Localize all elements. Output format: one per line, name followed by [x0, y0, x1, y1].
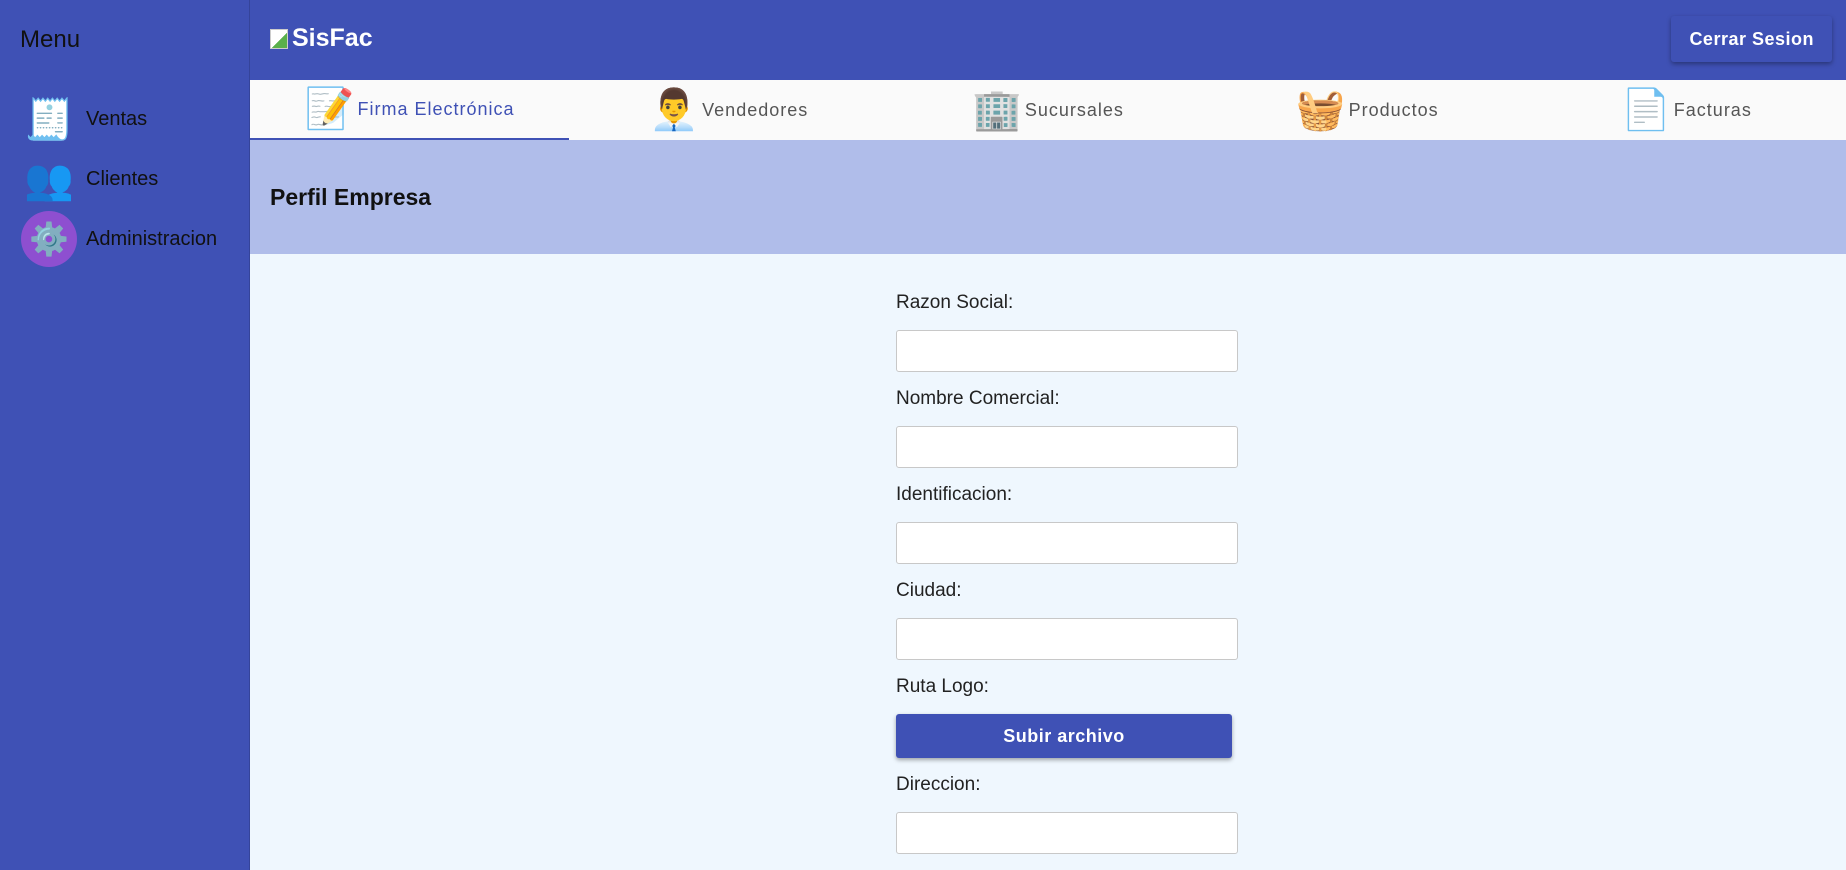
identificacion-input[interactable]: [896, 522, 1238, 564]
tab-vendedores[interactable]: 👨‍💼 Vendedores: [569, 80, 888, 140]
tab-facturas[interactable]: 📄 Facturas: [1527, 80, 1846, 140]
menu-title: Menu: [20, 26, 81, 53]
salesman-icon: 👨‍💼: [649, 88, 701, 132]
tab-label: Firma Electrónica: [357, 98, 515, 119]
direccion-label: Direccion:: [896, 774, 981, 795]
ciudad-label: Ciudad:: [896, 580, 962, 601]
tab-firma-electronica[interactable]: 📝 Firma Electrónica: [250, 80, 570, 140]
company-profile-form: Razon Social: Nombre Comercial: Identifi…: [896, 290, 1238, 868]
tab-label: Productos: [1348, 99, 1439, 120]
sidebar-item-clientes[interactable]: 👥 Clientes: [20, 150, 158, 208]
cash-register-icon: 🧾: [24, 97, 74, 142]
tab-label: Facturas: [1673, 99, 1752, 120]
signed-document-icon: 📝: [304, 87, 356, 131]
logout-button[interactable]: Cerrar Sesion: [1671, 16, 1832, 62]
users-icon: 👥: [24, 157, 74, 202]
brand-name: SisFac: [292, 24, 373, 52]
buildings-icon: 🏢: [972, 88, 1023, 132]
page-title: Perfil Empresa: [270, 184, 432, 210]
tab-bar: 📝 Firma Electrónica 👨‍💼 Vendedores 🏢 Suc…: [250, 80, 1846, 140]
identificacion-label: Identificacion:: [896, 484, 1013, 505]
tab-productos[interactable]: 🧺 Productos: [1208, 80, 1527, 140]
sidebar-item-ventas[interactable]: 🧾 Ventas: [20, 90, 147, 148]
sidebar-item-label: Ventas: [86, 107, 148, 130]
ciudad-input[interactable]: [896, 618, 1238, 660]
top-bar: SisFac Cerrar Sesion: [250, 0, 1846, 80]
razon-social-input[interactable]: [896, 330, 1238, 372]
grocery-basket-icon: 🧺: [1295, 88, 1347, 132]
tab-label: Vendedores: [702, 99, 809, 120]
sidebar: Menu 🧾 Ventas 👥 Clientes ⚙️ Administraci…: [0, 0, 250, 870]
broken-logo-image-icon: [270, 28, 288, 49]
ruta-logo-label: Ruta Logo:: [896, 676, 989, 697]
nombre-comercial-label: Nombre Comercial:: [896, 388, 1060, 409]
sidebar-item-label: Administracion: [86, 227, 218, 250]
razon-social-label: Razon Social:: [896, 292, 1014, 313]
sidebar-item-label: Clientes: [86, 167, 159, 190]
brand: SisFac: [270, 24, 373, 53]
admin-gear-icon: ⚙️: [20, 210, 78, 268]
tab-label: Sucursales: [1024, 99, 1124, 120]
upload-file-button[interactable]: Subir archivo: [896, 714, 1232, 758]
nombre-comercial-input[interactable]: [896, 426, 1238, 468]
tab-sucursales[interactable]: 🏢 Sucursales: [888, 80, 1207, 140]
page-header: Perfil Empresa: [250, 140, 1846, 254]
invoice-icon: 📄: [1620, 88, 1672, 132]
sidebar-item-administracion[interactable]: ⚙️ Administracion: [20, 210, 217, 268]
direccion-input[interactable]: [896, 812, 1238, 854]
